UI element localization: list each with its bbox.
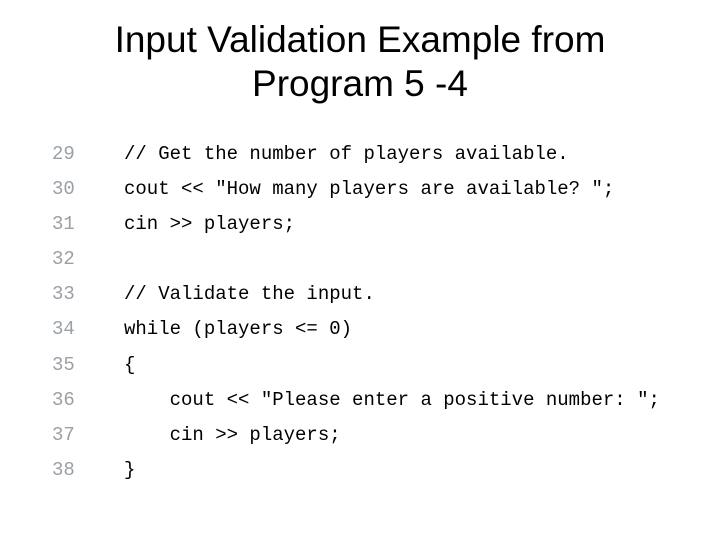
- line-number: 32: [52, 242, 94, 277]
- code-text: }: [94, 453, 135, 488]
- code-block: 29 // Get the number of players availabl…: [52, 137, 690, 488]
- code-row: 37 cin >> players;: [52, 418, 690, 453]
- code-text: cin >> players;: [94, 418, 341, 453]
- code-text: cin >> players;: [94, 207, 295, 242]
- code-text: // Get the number of players available.: [94, 137, 569, 172]
- code-text: cout << "How many players are available?…: [94, 172, 614, 207]
- line-number: 37: [52, 418, 94, 453]
- line-number: 30: [52, 172, 94, 207]
- line-number: 34: [52, 312, 94, 347]
- code-text: {: [94, 348, 135, 383]
- code-row: 38 }: [52, 453, 690, 488]
- slide: Input Validation Example from Program 5 …: [0, 0, 720, 540]
- code-row: 29 // Get the number of players availabl…: [52, 137, 690, 172]
- code-row: 35 {: [52, 348, 690, 383]
- line-number: 36: [52, 383, 94, 418]
- title-line-1: Input Validation Example from: [115, 19, 606, 60]
- line-number: 31: [52, 207, 94, 242]
- code-text: cout << "Please enter a positive number:…: [94, 383, 660, 418]
- code-row: 33 // Validate the input.: [52, 277, 690, 312]
- slide-title: Input Validation Example from Program 5 …: [30, 18, 690, 107]
- code-row: 36 cout << "Please enter a positive numb…: [52, 383, 690, 418]
- code-row: 34 while (players <= 0): [52, 312, 690, 347]
- code-row: 30 cout << "How many players are availab…: [52, 172, 690, 207]
- title-line-2: Program 5 -4: [252, 63, 468, 104]
- code-row: 31 cin >> players;: [52, 207, 690, 242]
- code-text: // Validate the input.: [94, 277, 375, 312]
- code-row: 32: [52, 242, 690, 277]
- line-number: 33: [52, 277, 94, 312]
- line-number: 35: [52, 348, 94, 383]
- line-number: 29: [52, 137, 94, 172]
- code-text: while (players <= 0): [94, 312, 352, 347]
- line-number: 38: [52, 453, 94, 488]
